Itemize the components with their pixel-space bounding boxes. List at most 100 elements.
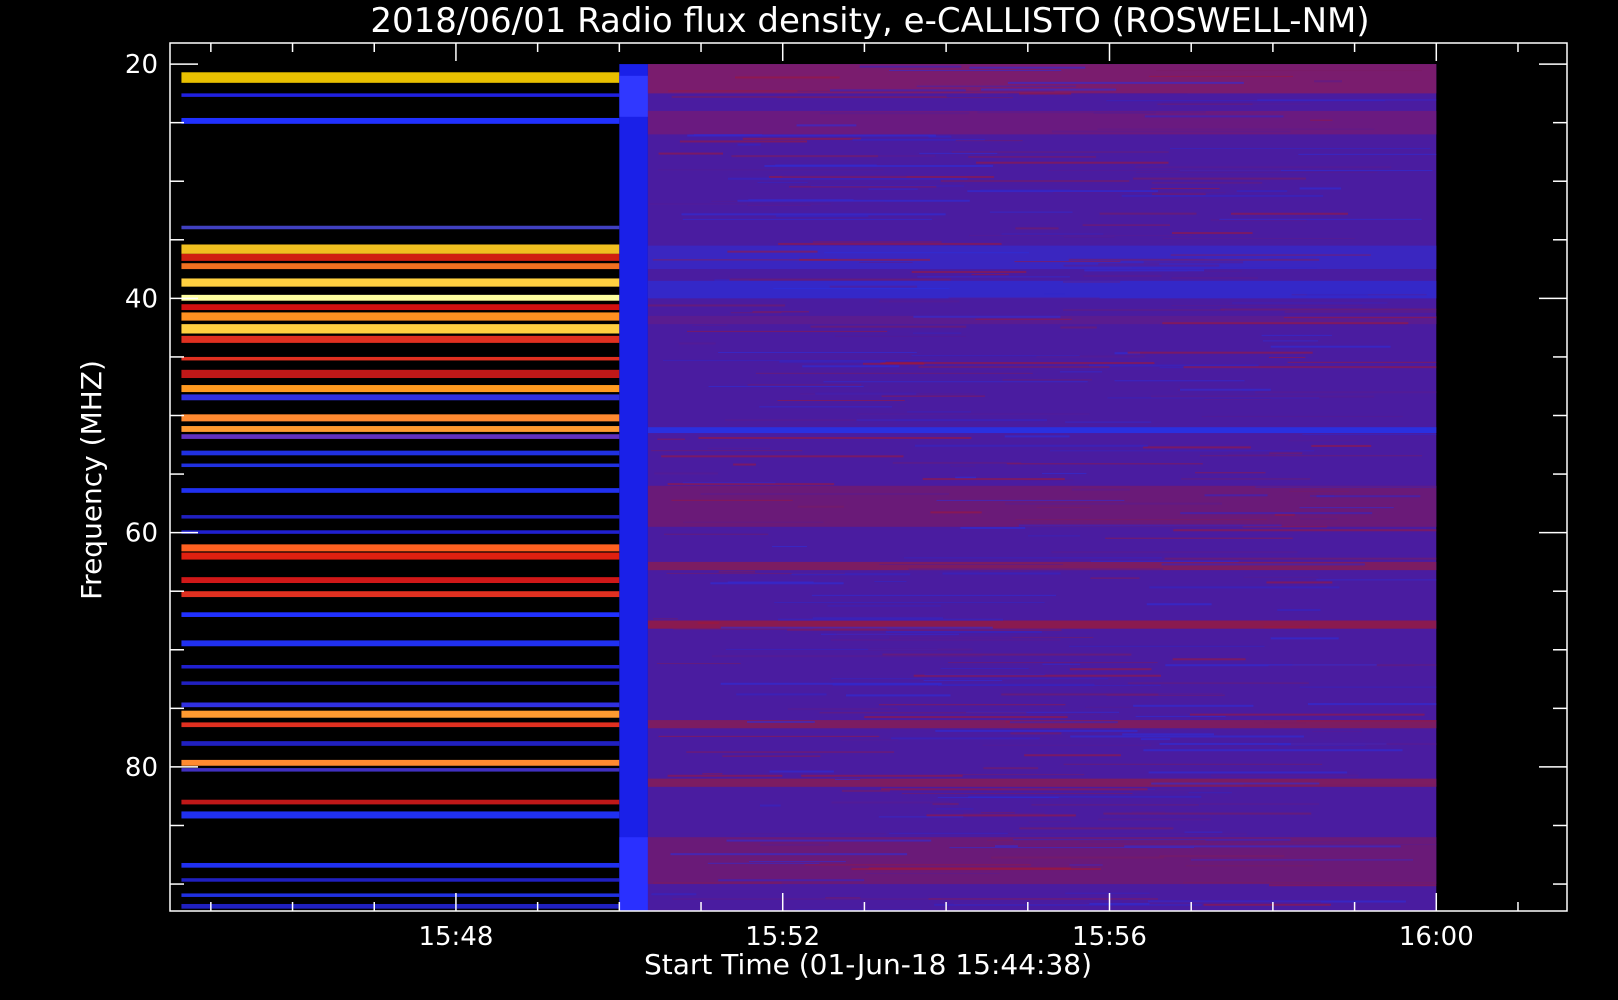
noise-streak — [1183, 882, 1437, 884]
noise-streak — [947, 662, 1158, 664]
noise-streak — [658, 735, 880, 737]
noise-streak — [1082, 224, 1170, 226]
noise-streak — [1179, 388, 1271, 391]
noise-streak — [1007, 833, 1247, 835]
noise-streak — [1180, 512, 1373, 515]
noise-streak — [1131, 811, 1166, 813]
noise-streak — [856, 419, 1048, 422]
noise-streak — [928, 898, 1159, 900]
noise-streak — [671, 499, 793, 501]
noise-streak — [1133, 704, 1254, 707]
noise-streak — [983, 767, 1039, 770]
noise-streak — [824, 252, 1029, 254]
noise-streak — [1140, 738, 1171, 741]
noise-streak — [1144, 115, 1284, 118]
noise-streak — [708, 386, 864, 388]
noise-streak — [1063, 309, 1225, 311]
noise-streak — [1093, 111, 1156, 114]
noise-streak — [980, 189, 1071, 191]
noise-streak — [1145, 693, 1223, 695]
noise-streak — [918, 366, 1110, 369]
heatmap-band-1-43 — [181, 878, 620, 882]
heatmap-band-1-32 — [181, 665, 620, 669]
noise-streak — [1190, 859, 1414, 861]
noise-streak — [1228, 454, 1276, 456]
noise-streak — [1041, 473, 1087, 475]
noise-streak — [670, 853, 908, 856]
noise-streak — [1127, 682, 1309, 684]
heatmap-band-1-9 — [181, 294, 620, 301]
noise-streak — [1299, 507, 1394, 509]
noise-streak — [729, 278, 951, 281]
noise-streak — [892, 462, 1022, 464]
noise-streak — [707, 447, 770, 449]
noise-streak — [937, 797, 1059, 799]
noise-streak — [1152, 193, 1206, 195]
heatmap-band-1-23 — [181, 488, 620, 493]
noise-streak — [1231, 212, 1349, 215]
noise-streak — [1164, 557, 1437, 560]
noise-streak — [908, 568, 1164, 571]
noise-streak — [1312, 730, 1362, 732]
noise-streak — [1310, 119, 1333, 121]
noise-streak — [720, 626, 993, 629]
noise-streak — [1170, 254, 1371, 256]
noise-streak — [1028, 821, 1071, 823]
noise-streak — [834, 335, 967, 337]
noise-streak — [1018, 524, 1282, 527]
noise-streak — [736, 693, 827, 696]
noise-streak — [777, 97, 1014, 99]
noise-streak — [648, 203, 831, 205]
noise-streak — [1014, 261, 1121, 263]
noise-streak — [727, 250, 818, 253]
noise-streak — [1106, 694, 1225, 696]
noise-streak — [980, 812, 1015, 814]
heatmap-band-3-4 — [647, 280, 1437, 299]
noise-streak — [1268, 665, 1415, 667]
noise-streak — [913, 315, 1061, 318]
noise-streak — [1053, 192, 1226, 194]
spectrogram-plot: 2018/06/01 Radio flux density, e-CALLIST… — [0, 0, 1618, 1000]
noise-streak — [797, 505, 845, 508]
noise-streak — [878, 816, 964, 818]
noise-streak — [658, 169, 884, 171]
noise-streak — [881, 395, 986, 397]
noise-streak — [653, 881, 782, 884]
noise-streak — [1151, 182, 1263, 184]
noise-streak — [667, 774, 783, 777]
noise-streak — [1043, 293, 1065, 295]
noise-streak — [1063, 236, 1115, 238]
noise-streak — [687, 134, 936, 137]
noise-streak — [1069, 864, 1103, 866]
noise-streak — [1069, 668, 1152, 671]
noise-streak — [1277, 609, 1321, 612]
noise-streak — [707, 862, 820, 864]
heatmap-band-1-22 — [181, 463, 620, 468]
noise-streak — [683, 521, 824, 523]
noise-streak — [1171, 276, 1258, 279]
noise-streak — [1121, 194, 1324, 197]
noise-streak — [1159, 855, 1285, 858]
noise-streak — [1001, 233, 1104, 235]
heatmap-band-1-14 — [181, 356, 620, 361]
noise-streak — [1015, 519, 1267, 521]
noise-streak — [865, 873, 1000, 875]
noise-streak — [652, 259, 838, 261]
noise-streak — [885, 631, 1042, 634]
noise-streak — [1314, 80, 1342, 83]
noise-streak — [1296, 720, 1437, 722]
noise-streak — [764, 164, 993, 167]
noise-streak — [702, 773, 723, 775]
noise-streak — [889, 832, 1008, 834]
noise-streak — [722, 755, 821, 757]
noise-streak — [1203, 903, 1331, 906]
noise-streak — [880, 362, 1155, 365]
noise-streak — [942, 572, 1061, 575]
noise-streak — [912, 332, 962, 334]
heatmap-band-1-15 — [181, 369, 620, 379]
noise-streak — [1090, 577, 1140, 579]
noise-streak — [1270, 345, 1391, 348]
x-tick-label: 15:48 — [418, 922, 493, 952]
heatmap-band-1-19 — [181, 426, 620, 432]
noise-streak — [801, 774, 963, 777]
